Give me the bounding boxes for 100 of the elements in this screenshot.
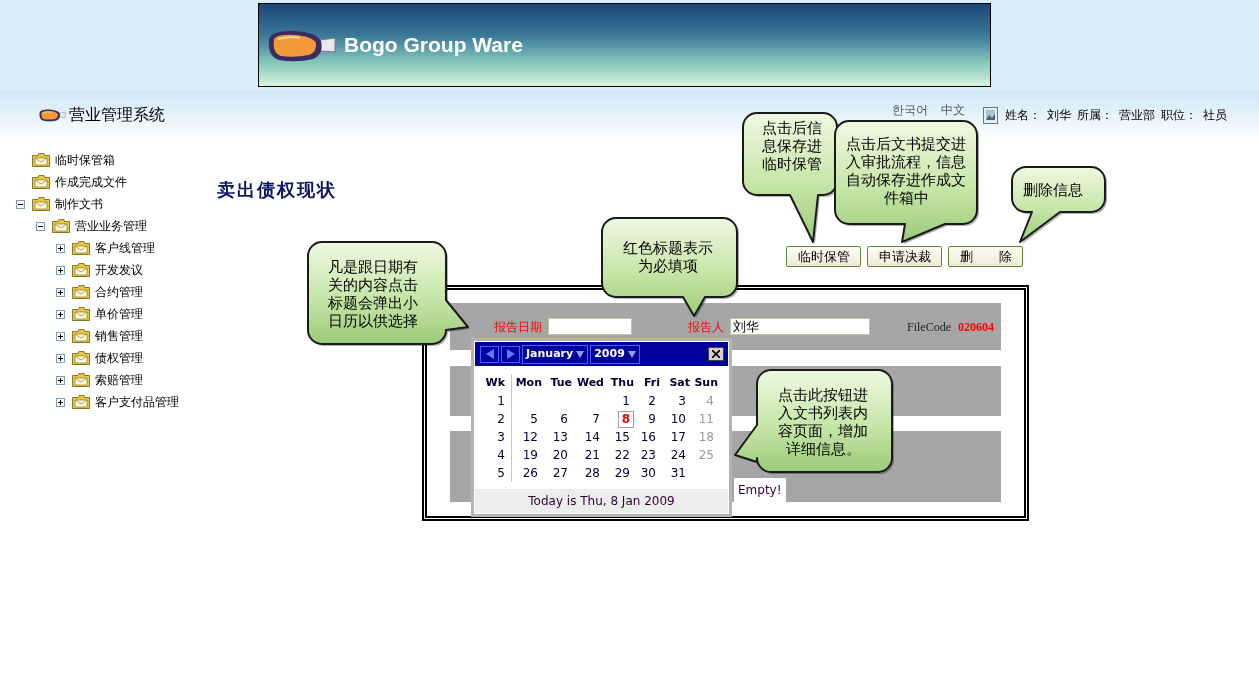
calendar-day[interactable]: 21	[580, 446, 604, 464]
envelope-folder-icon	[72, 307, 90, 321]
language-link[interactable]: 한국어	[892, 103, 928, 117]
close-icon	[712, 350, 720, 358]
callout-text: 点击后文书提交进入审批流程，信息自动保存进作成文件箱中	[845, 135, 967, 207]
calendar-day[interactable]: 14	[580, 428, 604, 446]
tree-item[interactable]: 开发发议	[95, 262, 143, 278]
calendar-day[interactable]: 17	[666, 428, 690, 446]
expand-toggle[interactable]	[56, 309, 65, 319]
calendar-day[interactable]: 7	[588, 410, 604, 428]
calendar-day[interactable]: 9	[644, 410, 660, 428]
weekday-header: Sun	[694, 375, 718, 391]
language-link[interactable]: 中文	[941, 103, 965, 117]
collapse-toggle[interactable]	[16, 199, 25, 209]
calendar-day[interactable]: 10	[666, 410, 690, 428]
week-number: 4	[497, 447, 505, 463]
system-title: 营业管理系统	[69, 105, 165, 125]
tree-item[interactable]: 销售管理	[95, 328, 143, 344]
envelope-folder-icon	[72, 285, 90, 299]
weekday-header: Thu	[610, 375, 634, 391]
envelope-folder-icon	[72, 373, 90, 387]
calendar-day[interactable]: 12	[518, 428, 542, 446]
tree-item[interactable]: 合约管理	[95, 284, 143, 300]
left-triangle-icon	[485, 349, 494, 359]
envelope-folder-icon	[72, 263, 90, 277]
calendar-day[interactable]: 8	[617, 410, 634, 428]
expand-toggle[interactable]	[56, 243, 65, 253]
expand-toggle[interactable]	[56, 397, 65, 407]
tree-item[interactable]: 客户线管理	[95, 240, 155, 256]
calendar-day[interactable]: 28	[580, 464, 604, 482]
week-header: Wk	[485, 375, 505, 391]
callout-text: 凡是跟日期有关的内容点击标题会弹出小日历以供选择	[328, 258, 419, 330]
calendar-day[interactable]: 1	[618, 392, 634, 410]
tree-item[interactable]: 单价管理	[95, 306, 143, 322]
calendar-day[interactable]: 2	[644, 392, 660, 410]
year-select[interactable]: 2009	[590, 344, 640, 364]
envelope-folder-icon	[72, 241, 90, 255]
calendar-day[interactable]: 16	[636, 428, 660, 446]
tree-item[interactable]: 临时保管箱	[55, 152, 115, 168]
close-button[interactable]	[708, 347, 724, 361]
user-info-label: 姓名：	[1005, 107, 1041, 124]
envelope-folder-icon	[32, 175, 50, 189]
right-triangle-icon	[506, 349, 515, 359]
goggles-icon	[38, 108, 66, 122]
tree-item[interactable]: 客户支付品管理	[95, 394, 179, 410]
name-input[interactable]: 刘华	[730, 318, 870, 335]
envelope-folder-icon	[32, 153, 50, 167]
calendar-day[interactable]: 6	[556, 410, 572, 428]
calendar-day[interactable]: 31	[666, 464, 690, 482]
calendar-day[interactable]: 3	[674, 392, 690, 410]
callout-text: 点击此按钮进入文书列表内容页面，增加详细信息。	[777, 386, 869, 458]
week-number: 3	[497, 429, 505, 445]
calendar-day[interactable]: 20	[548, 446, 572, 464]
week-number: 5	[497, 465, 505, 481]
user-info-value: 社员	[1203, 107, 1227, 124]
weekday-header: Mon	[515, 375, 542, 391]
tree-item[interactable]: 制作文书	[55, 196, 103, 212]
calendar-day[interactable]: 27	[548, 464, 572, 482]
page-title: 卖出债权现状	[217, 180, 337, 200]
calendar-day[interactable]: 15	[610, 428, 634, 446]
calendar-day[interactable]: 29	[610, 464, 634, 482]
envelope-folder-icon	[52, 219, 70, 233]
calendar-day[interactable]: 19	[518, 446, 542, 464]
expand-toggle[interactable]	[56, 287, 65, 297]
envelope-folder-icon	[72, 351, 90, 365]
calendar-day[interactable]: 30	[636, 464, 660, 482]
empty-notice: Empty!	[734, 478, 786, 502]
expand-toggle[interactable]	[56, 331, 65, 341]
user-info-value: 营业部	[1119, 107, 1155, 124]
today-footer: Today is Thu, 8 Jan 2009	[475, 489, 728, 513]
envelope-folder-icon	[72, 395, 90, 409]
month-select[interactable]: January	[522, 344, 589, 364]
prev-month-button[interactable]	[480, 345, 499, 363]
tree-item[interactable]: 作成完成文件	[55, 174, 127, 190]
temp-save-button[interactable]: 临时保管	[786, 246, 861, 267]
callout-text: 红色标题表示为必填项	[622, 239, 714, 275]
calendar-day[interactable]: 24	[666, 446, 690, 464]
calendar-day[interactable]: 13	[548, 428, 572, 446]
weekday-header: Fri	[644, 375, 660, 391]
next-month-button[interactable]	[501, 345, 520, 363]
expand-toggle[interactable]	[56, 265, 65, 275]
calendar-day[interactable]: 5	[526, 410, 542, 428]
calendar-day[interactable]: 26	[518, 464, 542, 482]
tree-item[interactable]: 营业业务管理	[75, 218, 147, 234]
expand-toggle[interactable]	[56, 353, 65, 363]
expand-toggle[interactable]	[56, 375, 65, 385]
weekday-header: Sat	[669, 375, 690, 391]
week-number: 1	[497, 393, 505, 409]
weekday-header: Tue	[550, 375, 572, 391]
date-input[interactable]	[548, 318, 632, 335]
calendar-day[interactable]: 22	[610, 446, 634, 464]
picture-icon[interactable]	[983, 106, 998, 124]
delete-button[interactable]: 删 除	[948, 246, 1023, 267]
banner-title: Bogo Group Ware	[344, 32, 523, 59]
tree-item[interactable]: 债权管理	[95, 350, 143, 366]
tree-item[interactable]: 索赔管理	[95, 372, 143, 388]
file-code-label: FileCode	[907, 318, 951, 336]
submit-button[interactable]: 申请决裁	[867, 246, 942, 267]
collapse-toggle[interactable]	[36, 221, 45, 231]
calendar-day[interactable]: 23	[636, 446, 660, 464]
